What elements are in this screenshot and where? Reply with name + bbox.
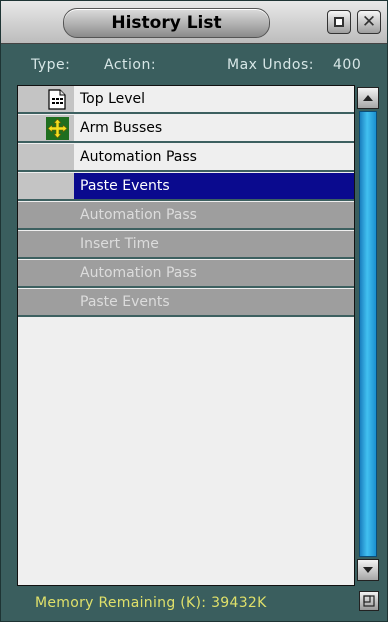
arrow-up-icon — [363, 95, 373, 101]
history-row-paste-events-selected[interactable]: Paste Events — [18, 173, 354, 201]
row-icon-cell — [18, 144, 74, 170]
close-icon: ✕ — [361, 11, 377, 32]
type-label: Type: — [31, 57, 71, 73]
history-row-paste-events-undone[interactable]: Paste Events — [18, 289, 354, 317]
scroll-down-button[interactable] — [357, 559, 379, 581]
row-icon-cell — [18, 202, 74, 228]
history-header: Type: Action: Max Undos: 400 — [1, 45, 387, 83]
arm-busses-icon — [46, 117, 69, 140]
history-row-automation-pass-undone-2[interactable]: Automation Pass — [18, 260, 354, 288]
document-icon — [48, 89, 66, 110]
row-label: Arm Busses — [80, 120, 163, 136]
history-row-insert-time-undone[interactable]: Insert Time — [18, 231, 354, 259]
scroll-up-button[interactable] — [357, 87, 379, 109]
row-label: Automation Pass — [80, 207, 197, 223]
collapse-icon — [334, 17, 344, 27]
history-row-automation-pass[interactable]: Automation Pass — [18, 144, 354, 172]
title-bar[interactable]: History List ✕ — [1, 1, 387, 44]
window-title: History List — [111, 13, 222, 33]
row-label: Automation Pass — [80, 265, 197, 281]
memory-value: 39432K — [211, 595, 267, 611]
arrow-down-icon — [363, 567, 373, 573]
memory-label-text: Memory Remaining (K): — [35, 595, 207, 611]
row-label: Insert Time — [80, 236, 159, 252]
row-label: Top Level — [80, 91, 146, 107]
history-list-window: History List ✕ Type: Action: Max Undos: … — [0, 0, 388, 622]
row-label: Paste Events — [74, 173, 354, 199]
max-undos-value[interactable]: 400 — [333, 57, 361, 73]
row-icon-cell — [18, 289, 74, 315]
history-row-arm-busses[interactable]: Arm Busses — [18, 115, 354, 143]
grow-box-icon — [363, 595, 375, 607]
row-icon-cell — [18, 173, 74, 199]
history-list[interactable]: Top Level Arm Busses Automation Pass Pas… — [17, 85, 355, 586]
close-button[interactable]: ✕ — [357, 10, 381, 34]
max-undos-label: Max Undos: — [227, 57, 314, 73]
vertical-scrollbar[interactable] — [357, 85, 381, 612]
collapse-button[interactable] — [327, 10, 351, 34]
history-row-top-level[interactable]: Top Level — [18, 86, 354, 114]
row-icon-cell — [18, 86, 74, 112]
resize-grow-button[interactable] — [359, 591, 379, 611]
title-pill[interactable]: History List — [63, 8, 270, 38]
row-icon-cell — [18, 260, 74, 286]
action-label: Action: — [104, 57, 157, 73]
history-row-automation-pass-undone[interactable]: Automation Pass — [18, 202, 354, 230]
scroll-track[interactable] — [359, 111, 377, 557]
row-icon-cell — [18, 231, 74, 257]
status-bar: Memory Remaining (K): 39432K — [1, 589, 357, 617]
row-label: Paste Events — [80, 294, 170, 310]
row-label: Automation Pass — [80, 149, 197, 165]
memory-remaining-label: Memory Remaining (K): 39432K — [35, 595, 267, 611]
row-icon-cell — [18, 115, 74, 141]
